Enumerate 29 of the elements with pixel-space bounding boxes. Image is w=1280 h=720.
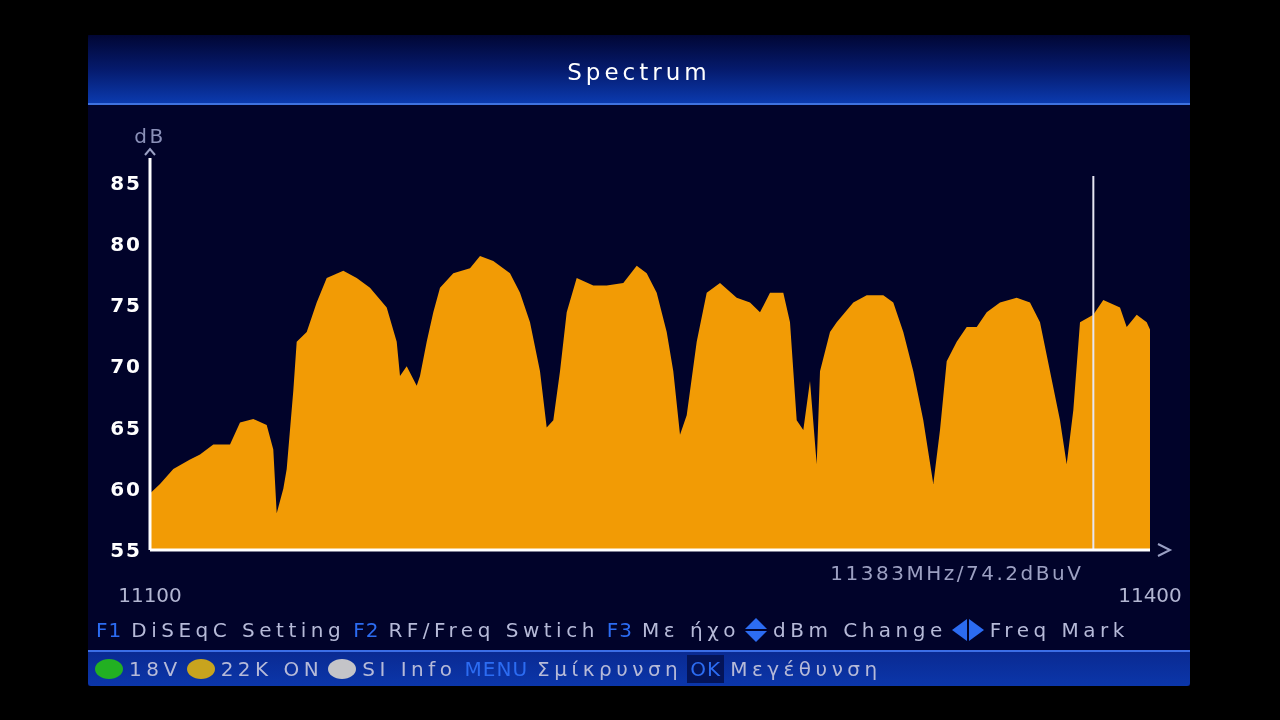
y-tick-label: 75 <box>110 293 142 317</box>
y-tick-label: 55 <box>110 538 142 562</box>
status-label: 18V <box>129 657 182 681</box>
y-tick-label: 65 <box>110 415 142 440</box>
y-tick-label: 60 <box>110 476 142 501</box>
help-label: RF/Freq Swtich <box>388 618 599 642</box>
y-axis-unit: dB <box>134 124 166 148</box>
function-key-label: F2 <box>352 617 381 644</box>
help-label: Freq Mark <box>989 618 1129 642</box>
function-key-label: F1 <box>95 617 124 644</box>
key-label: OK <box>687 655 725 683</box>
status-label: Μεγέθυνση <box>730 657 882 681</box>
x-tick-label: 11400 <box>1118 583 1182 607</box>
status-label: Σμίκρυνση <box>537 657 683 681</box>
left-right-arrows-icon <box>951 619 984 641</box>
key-label: MENU <box>463 656 530 683</box>
y-tick-label: 85 <box>110 170 142 195</box>
status-label: 22K ON <box>220 657 324 681</box>
marker-readout: 11383MHz/74.2dBuV <box>830 561 1084 585</box>
help-label: DiSEqC Setting <box>131 618 346 642</box>
y-tick-label: 70 <box>110 354 142 379</box>
window-title: Spectrum <box>567 59 711 85</box>
help-label: dBm Change <box>772 618 947 642</box>
status-label: SI Info <box>362 657 457 681</box>
function-key-label: F3 <box>605 617 635 644</box>
x-tick-label: 11100 <box>118 583 182 607</box>
up-down-arrows-icon <box>744 618 767 642</box>
help-label: Με ήχο <box>642 618 740 642</box>
y-tick-label: 80 <box>110 231 142 256</box>
